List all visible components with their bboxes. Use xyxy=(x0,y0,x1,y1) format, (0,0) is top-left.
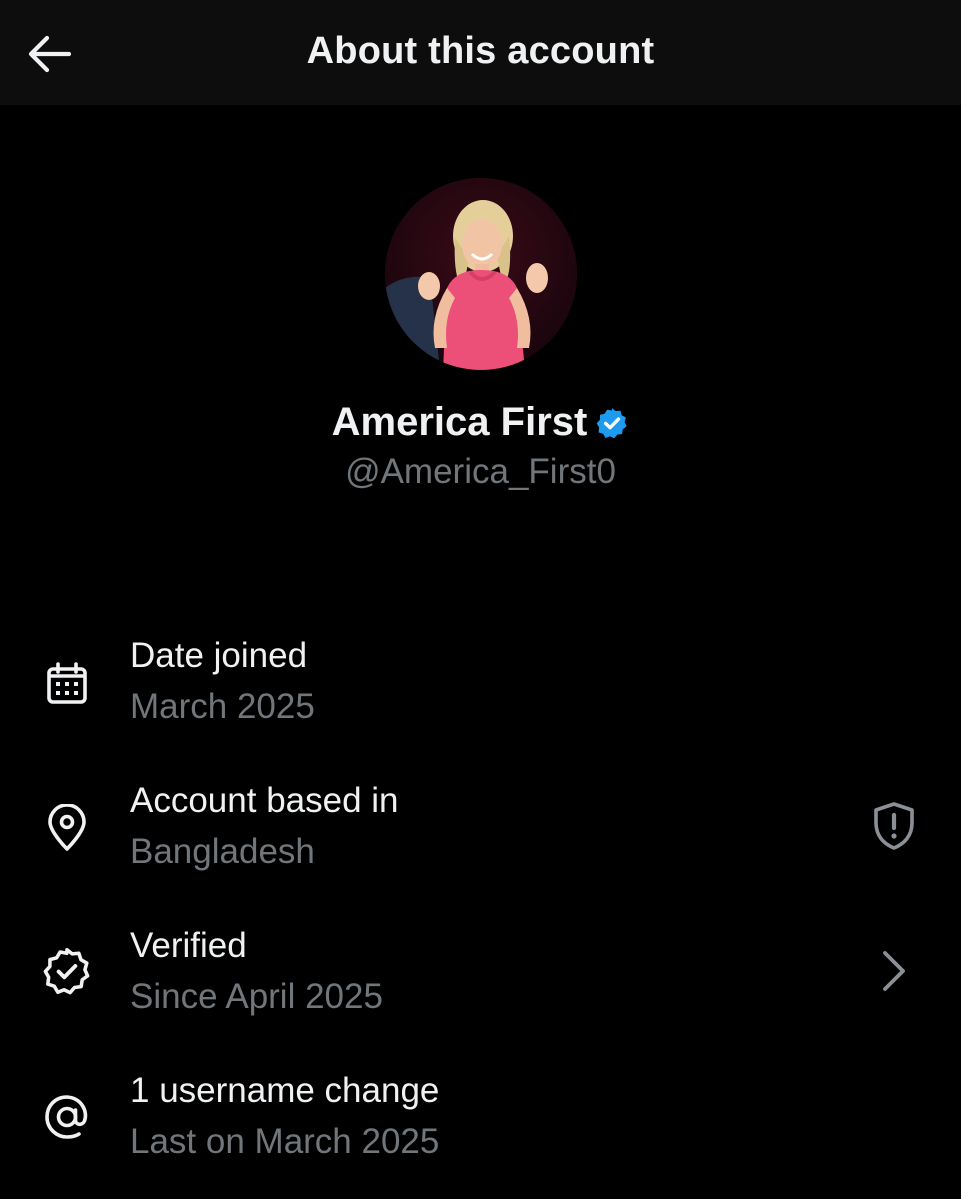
date-joined-value: March 2025 xyxy=(130,687,315,726)
top-bar: About this account xyxy=(0,0,961,105)
shield-alert-icon[interactable] xyxy=(867,799,921,853)
chevron-right-icon[interactable] xyxy=(867,944,921,998)
page-title: About this account xyxy=(306,30,655,72)
detail-row-username-change: 1 username change Last on March 2025 xyxy=(0,1065,961,1185)
verified-outline-icon xyxy=(40,944,94,998)
detail-row-account-based-in: Account based in Bangladesh xyxy=(0,775,961,895)
location-pin-icon xyxy=(40,801,94,855)
profile-photo xyxy=(385,178,577,370)
calendar-icon xyxy=(40,658,94,712)
username-change-label: 1 username change xyxy=(130,1071,440,1110)
avatar[interactable] xyxy=(385,178,577,370)
display-name: America First xyxy=(331,400,588,444)
account-based-in-value: Bangladesh xyxy=(130,832,315,871)
account-based-in-label: Account based in xyxy=(130,781,399,820)
at-sign-icon xyxy=(40,1090,94,1144)
verified-label: Verified xyxy=(130,926,247,965)
display-name-row: America First xyxy=(0,400,961,445)
handle: @America_First0 xyxy=(345,452,616,491)
detail-row-verified[interactable]: Verified Since April 2025 xyxy=(0,920,961,1040)
verified-badge-icon xyxy=(597,407,627,438)
date-joined-label: Date joined xyxy=(130,636,308,675)
username-change-value: Last on March 2025 xyxy=(130,1122,440,1161)
verified-value: Since April 2025 xyxy=(130,977,383,1016)
detail-row-date-joined: Date joined March 2025 xyxy=(0,630,961,750)
